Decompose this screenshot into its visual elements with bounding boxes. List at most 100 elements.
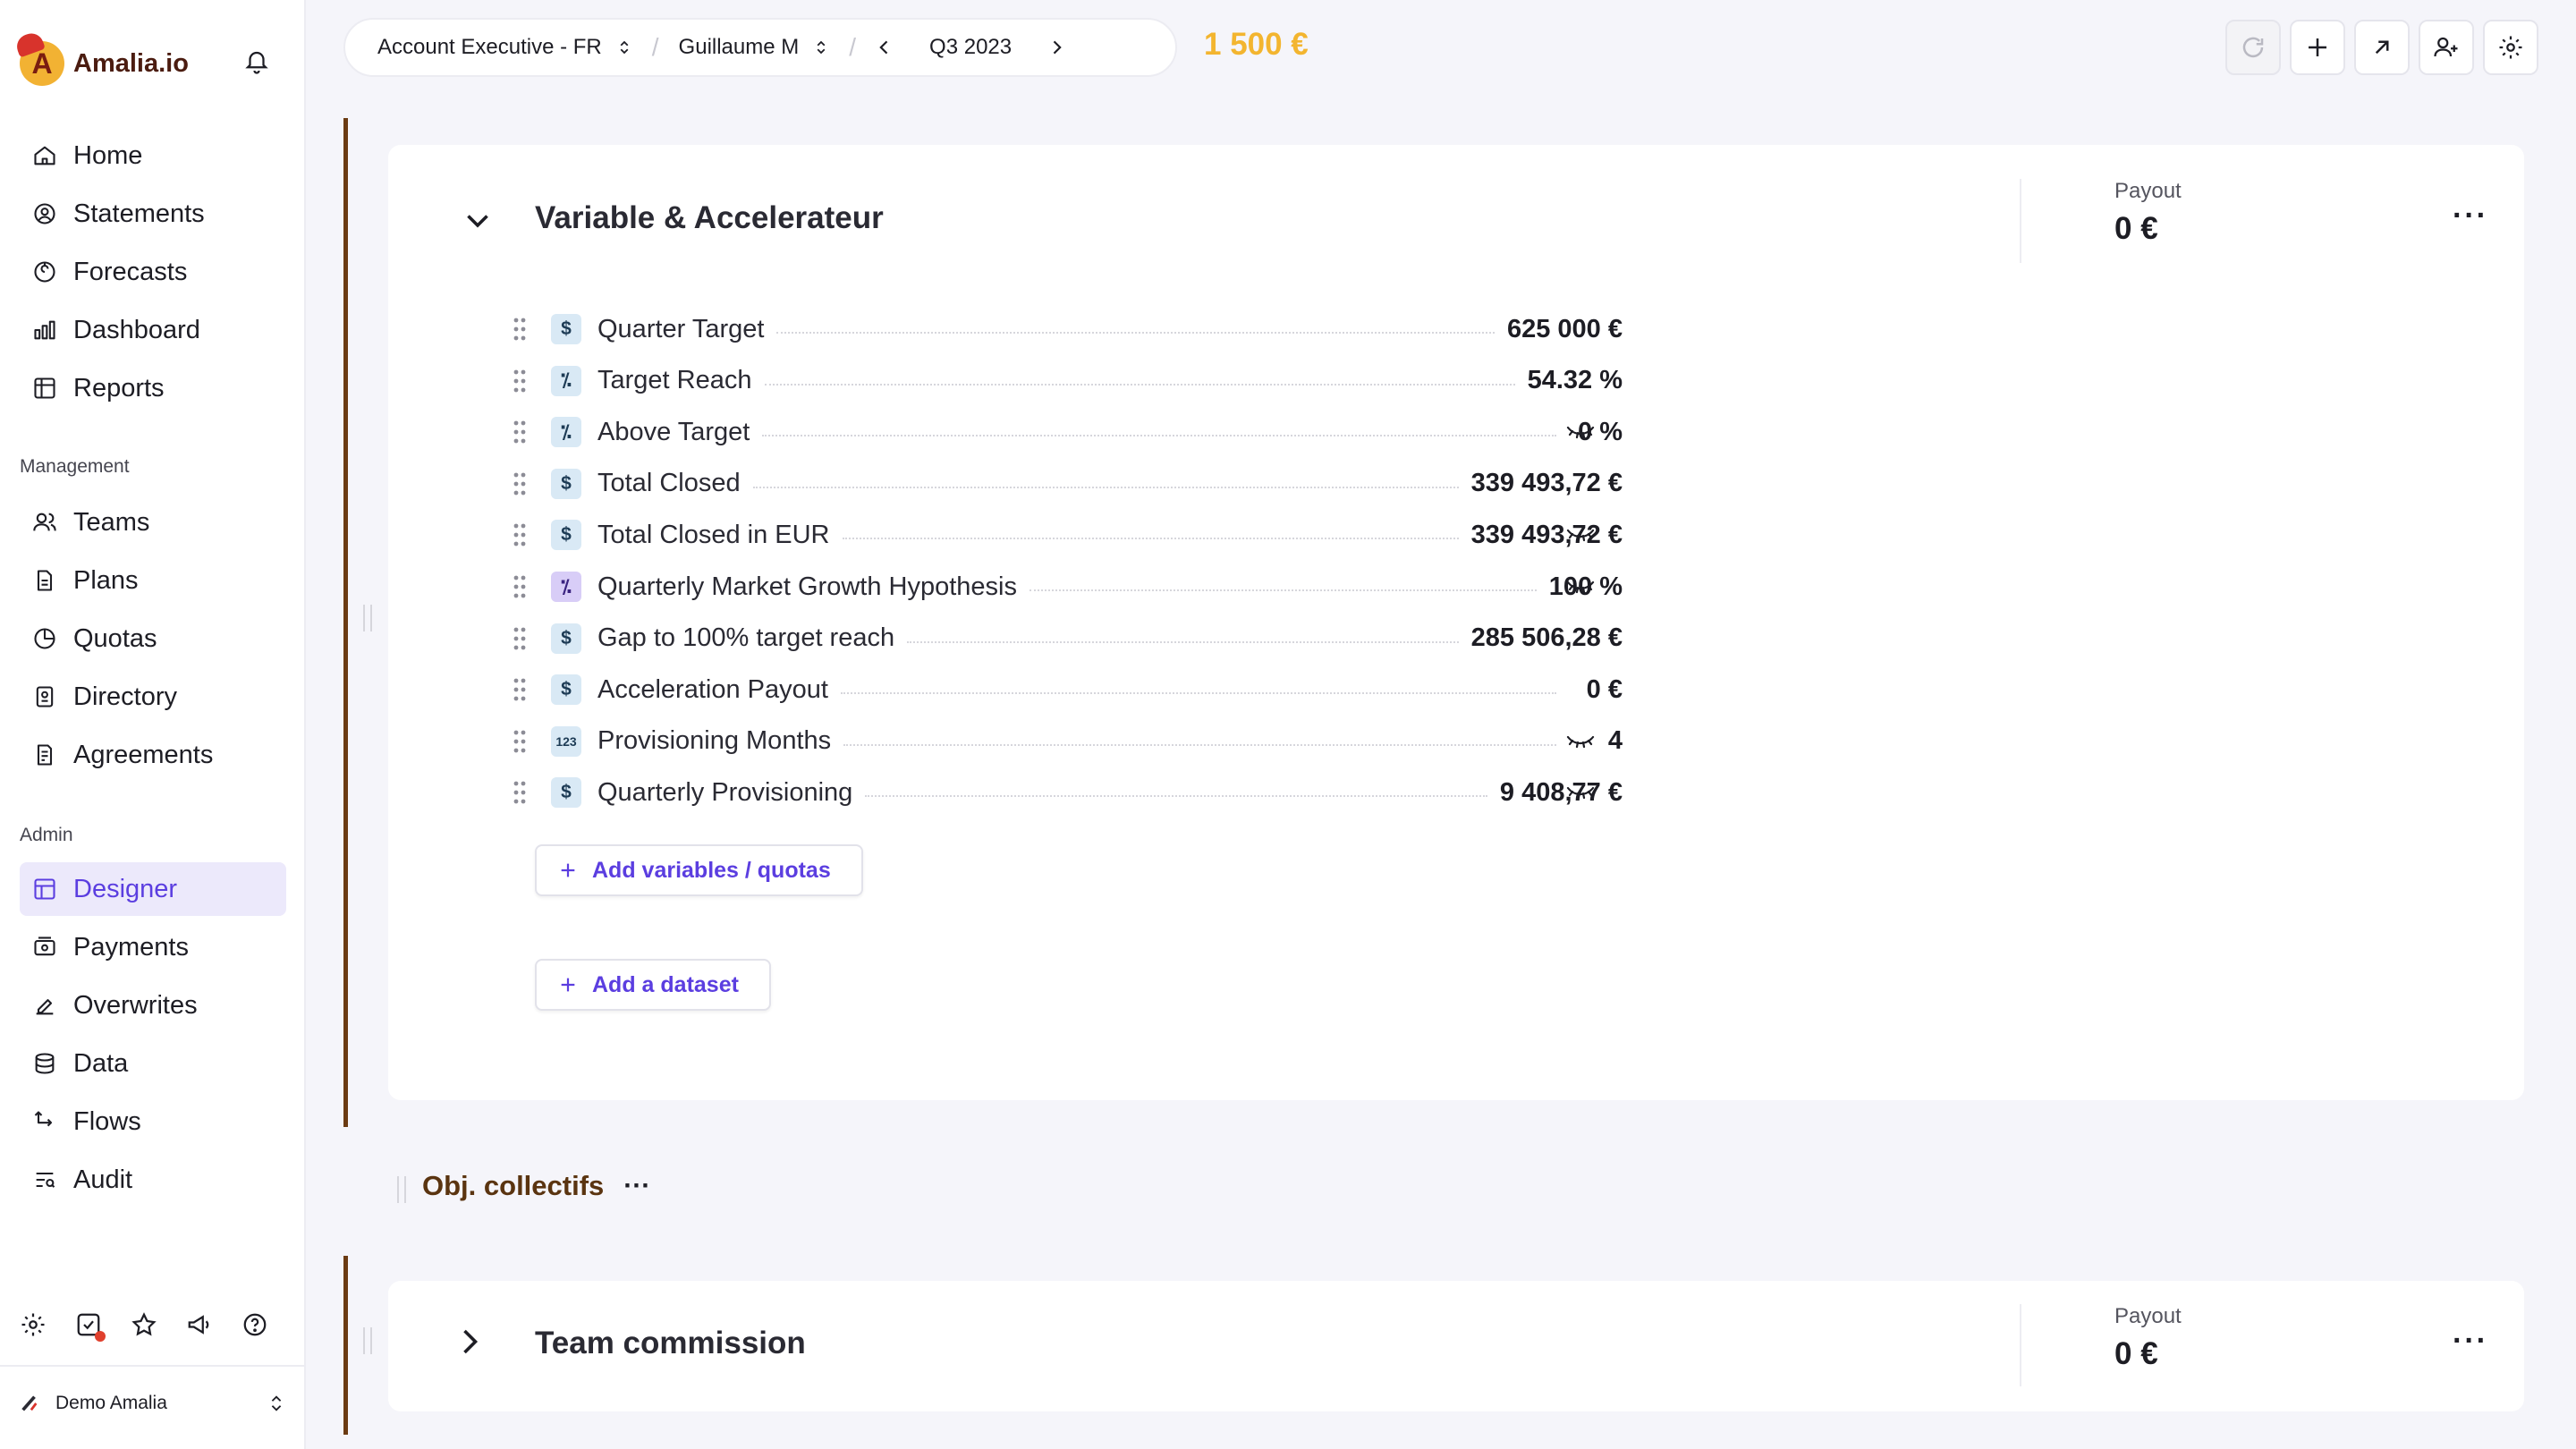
add-dataset-label: Add a dataset	[592, 971, 739, 997]
drag-handle-icon[interactable]	[513, 318, 526, 341]
rule-title[interactable]: Team commission	[535, 1326, 806, 1361]
add-button[interactable]	[2290, 20, 2345, 75]
assign-users-button[interactable]	[2419, 20, 2474, 75]
quota-icon	[34, 628, 55, 649]
megaphone-icon[interactable]	[186, 1311, 213, 1338]
variable-row[interactable]: $ Acceleration Payout 0 €	[513, 667, 1623, 712]
drag-handle-icon[interactable]	[513, 420, 526, 444]
hidden-eye-icon[interactable]	[1565, 577, 1596, 595]
bell-icon[interactable]	[243, 48, 270, 75]
user-selector-label: Guillaume M	[678, 35, 800, 59]
group-more-icon[interactable]: ···	[623, 1171, 650, 1201]
sidebar-item-overwrites[interactable]: Overwrites	[20, 979, 286, 1032]
rule-title[interactable]: Variable & Accelerateur	[535, 200, 884, 236]
hidden-eye-icon[interactable]	[1565, 422, 1596, 440]
resize-handle[interactable]	[363, 1327, 372, 1354]
sidebar-item-reports[interactable]: Reports	[20, 361, 286, 415]
variable-row[interactable]: ⁒ Target Reach 54.32 %	[513, 359, 1623, 403]
sidebar-item-label: Quotas	[73, 623, 157, 653]
drag-handle-icon[interactable]	[513, 369, 526, 393]
variable-row[interactable]: 123 Provisioning Months 4	[513, 719, 1623, 764]
drag-handle-icon[interactable]	[513, 781, 526, 804]
variable-label[interactable]: Target Reach	[597, 366, 752, 395]
chevron-down-icon[interactable]	[462, 204, 494, 236]
sidebar-item-audit[interactable]: Audit	[20, 1153, 286, 1207]
settings-button[interactable]	[2483, 20, 2538, 75]
sidebar-item-label: Data	[73, 1048, 129, 1078]
resize-handle[interactable]	[363, 605, 372, 631]
drag-handle-icon[interactable]	[513, 730, 526, 753]
variable-row[interactable]: $ Total Closed in EUR 339 493,72 €	[513, 513, 1623, 557]
add-dataset-button[interactable]: Add a dataset	[535, 959, 771, 1011]
sidebar-item-label: Home	[73, 140, 143, 170]
sidebar-item-quotas[interactable]: Quotas	[20, 612, 286, 665]
add-variables-button[interactable]: Add variables / quotas	[535, 844, 863, 896]
user-selector[interactable]: Guillaume M	[659, 35, 850, 60]
hidden-eye-icon[interactable]	[1565, 732, 1596, 750]
star-icon[interactable]	[131, 1311, 157, 1338]
drag-handle-icon[interactable]	[513, 678, 526, 701]
add-variables-label: Add variables / quotas	[592, 857, 831, 883]
sidebar-item-flows[interactable]: Flows	[20, 1095, 286, 1148]
sidebar-item-dashboard[interactable]: Dashboard	[20, 303, 286, 357]
variable-value: 285 506,28 €	[1470, 623, 1623, 653]
home-icon	[34, 146, 55, 165]
variable-label[interactable]: Above Target	[597, 418, 750, 447]
variable-label[interactable]: Total Closed	[597, 469, 741, 498]
variable-row[interactable]: $ Gap to 100% target reach 285 506,28 €	[513, 616, 1623, 661]
arrow-up-right-icon	[2375, 40, 2389, 55]
refresh-button[interactable]	[2225, 20, 2281, 75]
drag-handle-icon[interactable]	[513, 627, 526, 650]
variable-row[interactable]: $ Quarterly Provisioning 9 408,77 €	[513, 770, 1623, 815]
sidebar-item-designer[interactable]: Designer	[20, 862, 286, 916]
sidebar-item-plans[interactable]: Plans	[20, 554, 286, 607]
variable-row[interactable]: ⁒ Quarterly Market Growth Hypothesis 100 %	[513, 564, 1623, 609]
group-drag-handle[interactable]	[397, 1176, 406, 1203]
variable-label[interactable]: Total Closed in EUR	[597, 521, 830, 550]
sidebar-item-statements[interactable]: Statements	[20, 187, 286, 241]
variable-label[interactable]: Gap to 100% target reach	[597, 623, 894, 653]
sidebar-item-home[interactable]: Home	[20, 129, 286, 182]
sidebar-item-label: Forecasts	[73, 257, 188, 286]
chevron-right-icon[interactable]	[453, 1326, 485, 1358]
chevron-updown-icon	[271, 1395, 282, 1411]
period-label[interactable]: Q3 2023	[929, 35, 1012, 60]
variable-label[interactable]: Provisioning Months	[597, 726, 831, 756]
drag-handle-icon[interactable]	[513, 575, 526, 598]
help-icon[interactable]	[242, 1311, 268, 1338]
variable-label[interactable]: Quarter Target	[597, 315, 764, 344]
rule-group-title[interactable]: Obj. collectifs ···	[422, 1170, 650, 1202]
todo-icon[interactable]	[75, 1311, 106, 1342]
plan-selector[interactable]: Account Executive - FR	[345, 35, 652, 60]
document-icon	[37, 570, 53, 591]
drag-handle-icon[interactable]	[513, 523, 526, 547]
chevron-right-icon[interactable]	[1047, 36, 1065, 59]
variable-row[interactable]: ⁒ Above Target 0 %	[513, 410, 1623, 454]
variable-row[interactable]: $ Quarter Target 625 000 €	[513, 307, 1623, 352]
sidebar-item-teams[interactable]: Teams	[20, 496, 286, 549]
hidden-eye-icon[interactable]	[1565, 783, 1596, 801]
payments-icon	[34, 936, 55, 956]
variable-row[interactable]: $ Total Closed 339 493,72 €	[513, 462, 1623, 506]
chevron-left-icon[interactable]	[876, 36, 894, 59]
sidebar-item-forecasts[interactable]: Forecasts	[20, 245, 286, 299]
context-selector-bar: Account Executive - FR / Guillaume M / Q…	[343, 18, 1177, 77]
user-switcher[interactable]: Demo Amalia	[20, 1392, 286, 1415]
payout-value: 0 €	[2114, 211, 2158, 246]
sidebar-item-directory[interactable]: Directory	[20, 670, 286, 724]
settings-icon[interactable]	[20, 1311, 47, 1338]
rule-indicator-bar	[343, 118, 348, 1127]
sidebar-item-data[interactable]: Data	[20, 1037, 286, 1090]
variable-label[interactable]: Quarterly Market Growth Hypothesis	[597, 572, 1017, 602]
logo[interactable]: A Amalia.io	[20, 41, 189, 86]
sidebar-item-agreements[interactable]: Agreements	[20, 728, 286, 782]
hidden-eye-icon[interactable]	[1565, 525, 1596, 543]
more-options-icon[interactable]: ···	[2453, 1324, 2488, 1359]
sidebar-item-payments[interactable]: Payments	[20, 920, 286, 974]
payout-label: Payout	[2114, 179, 2182, 203]
variable-label[interactable]: Acceleration Payout	[597, 675, 828, 705]
more-options-icon[interactable]: ···	[2453, 199, 2488, 233]
open-button[interactable]	[2354, 20, 2410, 75]
variable-label[interactable]: Quarterly Provisioning	[597, 778, 852, 808]
drag-handle-icon[interactable]	[513, 472, 526, 496]
